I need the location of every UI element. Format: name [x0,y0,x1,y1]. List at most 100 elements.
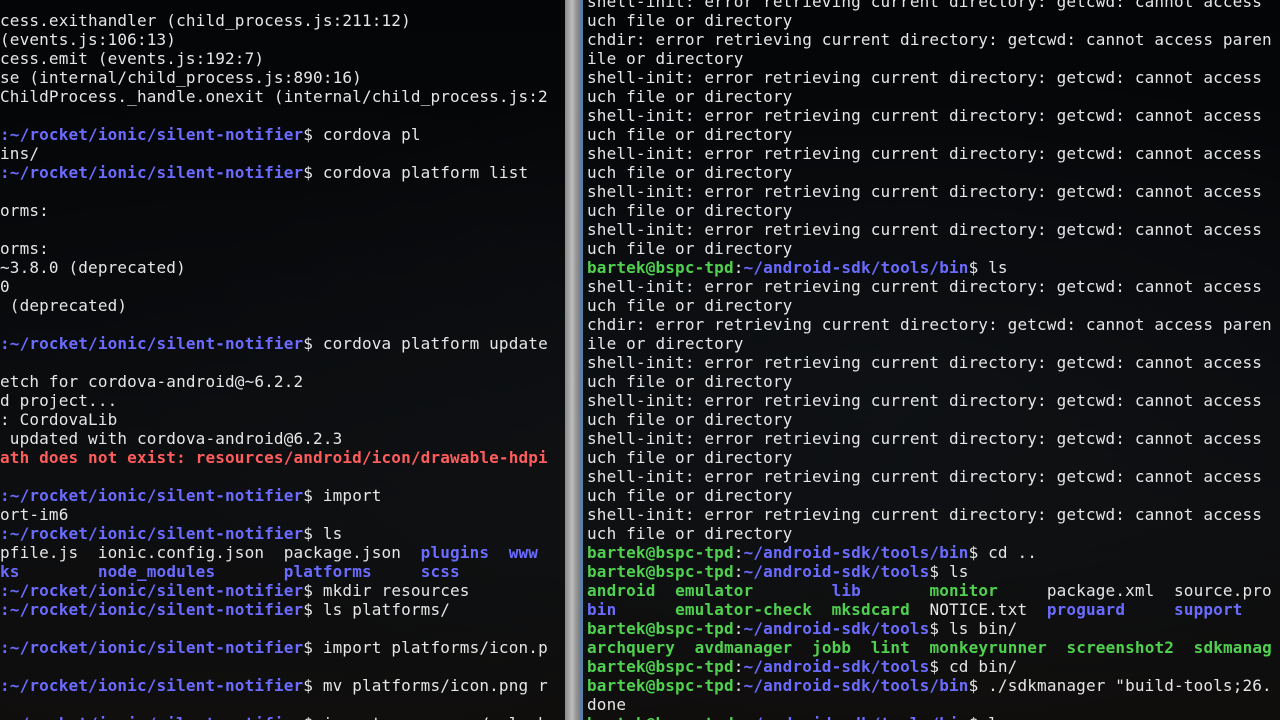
output-segment: chdir: error retrieving current director… [587,315,1272,334]
terminal-line: chdir: error retrieving current director… [587,30,1272,49]
terminal-line: :~/rocket/ionic/silent-notifier$ ls plat… [0,600,548,619]
terminal-line: uch file or directory [587,448,1272,467]
output-segment [1125,600,1174,619]
output-segment: $ cordova platform list [303,163,529,182]
output-segment: $ import resources/splash [303,714,548,720]
terminal-line: shell-init: error retrieving current dir… [587,106,1272,125]
output-segment: ks [0,562,20,581]
output-segment: cess.exithandler (child_process.js:211:1… [0,11,411,30]
output-segment [1174,638,1194,657]
prompt-segment: ~/android-sdk/tools/bin [744,714,969,720]
terminal-line: etch for cordova-android@~6.2.2 [0,372,548,391]
output-segment: monitor [929,581,998,600]
output-segment: : [733,619,744,638]
terminal-line: shell-init: error retrieving current dir… [587,353,1272,372]
output-segment: : [733,258,744,277]
terminal-line: shell-init: error retrieving current dir… [587,505,1272,524]
output-segment: bin [587,600,617,619]
terminal-line: uch file or directory [587,486,1272,505]
terminal-line: :~/rocket/ionic/silent-notifier$ cordova… [0,125,548,144]
output-segment: $ mv platforms/icon.png r [303,676,548,695]
prompt-segment: :~/rocket/ionic/silent-notifier [0,581,304,600]
terminal-line: shell-init: error retrieving current dir… [587,429,1272,448]
output-segment: $ ./sdkmanager "build-tools;26. [968,676,1272,695]
output-segment: $ ls platforms/ [303,600,451,619]
right-terminal-pane[interactable]: shell-init: error retrieving current dir… [583,0,1280,720]
output-segment: shell-init: error retrieving current dir… [587,144,1263,163]
output-segment: NOTICE.txt [909,600,1047,619]
output-segment: $ ls [968,258,1008,277]
terminal-line: :~/rocket/ionic/silent-notifier$ import … [0,714,548,720]
output-segment: scss [420,562,460,581]
terminal-line: :~/rocket/ionic/silent-notifier$ mkdir r… [0,581,548,600]
terminal-line: :~/rocket/ionic/silent-notifier$ ls [0,524,548,543]
prompt-segment: :~/rocket/ionic/silent-notifier [0,714,303,720]
output-segment: sdkmanag [1193,638,1272,657]
output-segment [20,562,98,581]
output-segment: platforms [283,562,372,581]
output-segment [655,581,675,600]
terminal-line: uch file or directory [587,163,1272,182]
output-segment: android [587,581,656,600]
prompt-segment: ~/android-sdk/tools/bin [743,676,969,695]
terminal-line: uch file or directory [587,372,1272,391]
output-segment: se (internal/child_process.js:890:16) [0,68,362,87]
prompt-segment: :~/rocket/ionic/silent-notifier [0,486,304,505]
terminal-line: :~/rocket/ionic/silent-notifier$ import [0,486,548,505]
output-segment: uch file or directory [587,239,793,258]
terminal-line: bartek@bspc-tpd:~/android-sdk/tools/bin$… [587,714,1272,720]
output-segment: support [1174,600,1243,619]
output-segment: ile or directory [587,334,744,353]
output-segment [675,638,695,657]
terminal-line: done [587,695,1272,714]
prompt-segment: ~/android-sdk/tools [743,562,930,581]
terminal-line: uch file or directory [587,524,1272,543]
output-segment: screenshot2 [1066,638,1175,657]
output-segment: etch for cordova-android@~6.2.2 [0,372,304,391]
output-segment: www [508,543,539,562]
output-segment [861,581,929,600]
output-segment: shell-init: error retrieving current dir… [587,0,1263,11]
terminal-line: shell-init: error retrieving current dir… [587,391,1272,410]
output-segment: ins/ [0,144,40,163]
output-segment: $ cd .. [968,543,1038,562]
prompt-segment: bartek@bspc-tpd [587,543,734,562]
terminal-line: : CordovaLib [0,410,548,429]
output-segment: shell-init: error retrieving current dir… [587,182,1263,201]
output-segment: cess.emit (events.js:192:7) [0,49,265,68]
output-segment: monkeyrunner [929,638,1047,657]
output-segment: shell-init: error retrieving current dir… [587,353,1263,372]
output-segment: pfile.js ionic.config.json package.json [0,543,421,562]
output-segment: proguard [1046,600,1126,619]
terminal-line: android emulator lib monitor package.xml… [587,581,1272,600]
prompt-segment: ~/android-sdk/tools/bin [743,258,969,277]
prompt-segment: ~/android-sdk/tools/bin [743,543,969,562]
terminal-line: d project... [0,391,548,410]
terminal-line: uch file or directory [587,201,1272,220]
output-segment: shell-init: error retrieving current dir… [587,106,1263,125]
output-segment: (events.js:106:13) [0,30,177,49]
output-segment: : [733,657,744,676]
output-segment [851,638,871,657]
terminal-line: shell-init: error retrieving current dir… [587,144,1272,163]
output-segment: mksdcard [831,600,910,619]
prompt-segment: :~/rocket/ionic/silent-notifier [0,638,304,657]
left-terminal-pane[interactable]: cess.exithandler (child_process.js:211:1… [0,0,565,720]
output-segment: : [734,714,744,720]
output-segment: $ cordova pl [303,125,421,144]
prompt-segment: :~/rocket/ionic/silent-notifier [0,125,304,144]
output-segment: uch file or directory [587,201,793,220]
output-segment: : [733,562,744,581]
prompt-segment: ~/android-sdk/tools [743,657,930,676]
terminal-line: shell-init: error retrieving current dir… [587,467,1272,486]
output-segment: ort-im6 [0,505,69,524]
pane-divider-handle[interactable] [565,0,583,720]
output-segment: node_modules [97,562,216,581]
output-segment: emulator [675,581,754,600]
